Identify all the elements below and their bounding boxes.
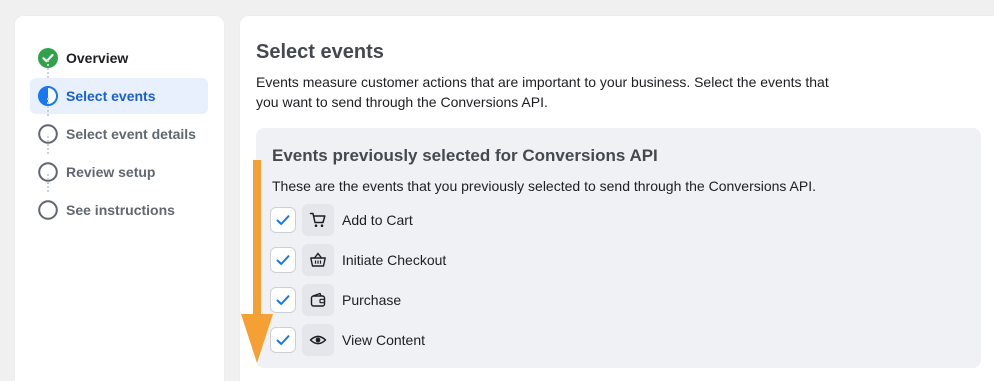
main-panel: Select events Events measure customer ac… (240, 16, 994, 381)
event-row-add-to-cart: Add to Cart (270, 203, 413, 237)
step-select-events[interactable]: Select events (30, 78, 208, 114)
event-row-view-content: View Content (270, 323, 425, 357)
step-select-event-details[interactable]: Select event details (30, 116, 208, 152)
page-title: Select events (256, 41, 384, 63)
basket-icon (302, 244, 334, 276)
step-connector (47, 174, 49, 192)
step-label: Review setup (66, 164, 156, 180)
page-description: Events measure customer actions that are… (256, 74, 829, 110)
checkmark-icon (276, 255, 290, 265)
event-label: Add to Cart (342, 212, 413, 228)
step-review-setup[interactable]: Review setup (30, 154, 208, 190)
step-overview[interactable]: Overview (30, 40, 208, 76)
step-label: See instructions (66, 202, 175, 218)
checkmark-icon (276, 335, 290, 345)
step-label: Select event details (66, 126, 196, 142)
checkmark-icon (276, 295, 290, 305)
section-title: Events previously selected for Conversio… (272, 146, 658, 165)
checkmark-icon (276, 215, 290, 225)
step-connector (47, 98, 49, 116)
wallet-icon (302, 284, 334, 316)
previously-selected-events-section: Events previously selected for Conversio… (256, 128, 981, 368)
step-label: Overview (66, 50, 129, 66)
step-connector (47, 136, 49, 154)
step-connector (47, 60, 49, 78)
step-label: Select events (66, 88, 156, 104)
eye-icon (302, 324, 334, 356)
empty-circle-icon (38, 200, 58, 220)
event-label: Initiate Checkout (342, 252, 447, 268)
event-label: View Content (342, 332, 426, 348)
step-see-instructions[interactable]: See instructions (30, 192, 208, 228)
setup-stepper: Overview Select events Select event deta… (15, 16, 224, 381)
cart-icon (302, 204, 334, 236)
scroll-down-arrow-annotation (241, 160, 273, 363)
section-description: These are the events that you previously… (272, 178, 816, 194)
event-label: Purchase (342, 292, 402, 308)
event-row-initiate-checkout: Initiate Checkout (270, 243, 446, 277)
event-row-purchase: Purchase (270, 283, 401, 317)
